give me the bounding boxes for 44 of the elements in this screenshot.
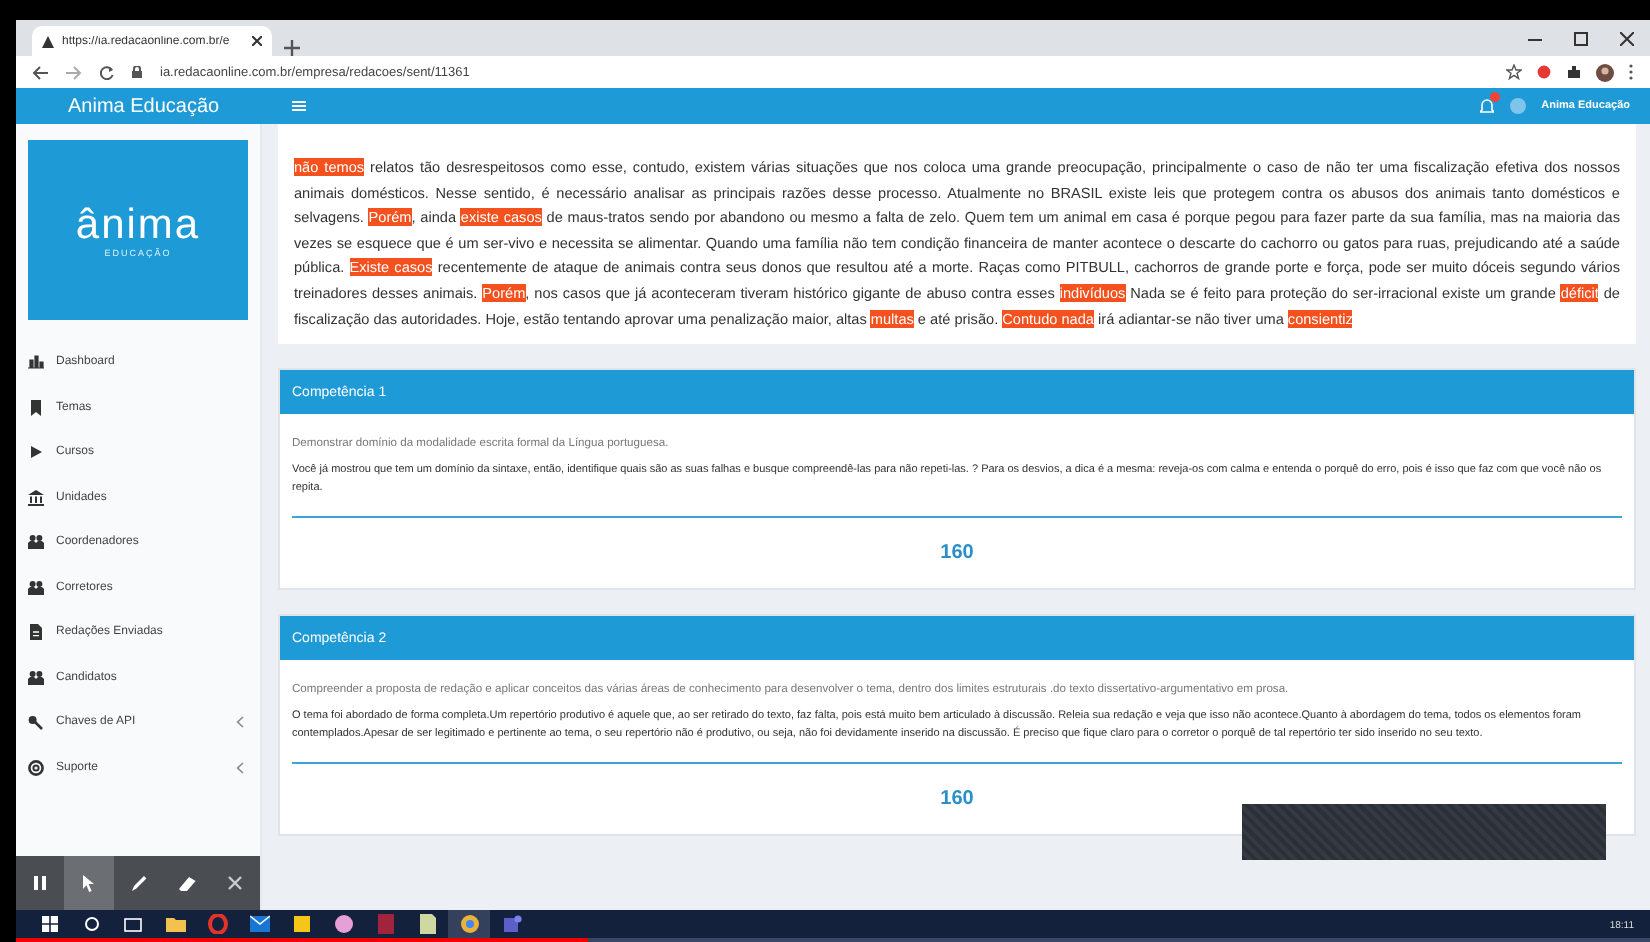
ring-icon: [207, 914, 227, 934]
star-icon[interactable]: [1506, 64, 1522, 80]
chart-icon: [28, 354, 44, 371]
eraser-icon: [177, 874, 196, 892]
score-value: 160: [938, 540, 976, 569]
mail-icon: [249, 914, 269, 934]
users-icon: [28, 579, 44, 596]
close-icon: [226, 874, 245, 892]
windows-icon: [41, 916, 57, 932]
new-tab-icon[interactable]: [284, 40, 300, 56]
close-icon[interactable]: [252, 36, 262, 46]
back-icon[interactable]: [32, 65, 48, 79]
taskbar-app[interactable]: [448, 910, 490, 938]
people-icon: [501, 914, 521, 934]
bell-icon[interactable]: [1479, 98, 1494, 114]
maximize-icon[interactable]: [1574, 31, 1588, 45]
users-icon: [28, 669, 44, 686]
lifebuoy-icon: [28, 759, 44, 776]
pointer-icon: [80, 874, 99, 892]
menu-icon[interactable]: [291, 100, 306, 112]
lock-icon: [132, 66, 142, 78]
note-icon: [291, 914, 311, 934]
bookmark-icon: [28, 399, 44, 416]
browser-icon: [459, 914, 479, 934]
play-icon: [28, 444, 44, 461]
extension-icon[interactable]: [1536, 64, 1552, 80]
pointer-tool-button[interactable]: [64, 856, 114, 910]
file-icon: [417, 914, 437, 934]
pause-icon: [31, 874, 50, 892]
brand-name: Anima Educação: [68, 95, 220, 117]
search-icon: [83, 916, 99, 932]
site-icon: [42, 35, 54, 47]
menu-icon[interactable]: [1628, 64, 1634, 80]
folder-icon: [165, 914, 185, 934]
task-view-icon: [124, 916, 142, 932]
key-icon: [28, 714, 44, 731]
avatar-icon[interactable]: [1596, 63, 1614, 81]
close-icon[interactable]: [1620, 31, 1634, 45]
reload-icon[interactable]: [100, 65, 114, 79]
document-icon: [28, 624, 44, 641]
building-icon: [28, 489, 44, 506]
users-icon: [28, 534, 44, 551]
score-value: 160: [938, 786, 976, 815]
pen-icon: [129, 874, 148, 892]
